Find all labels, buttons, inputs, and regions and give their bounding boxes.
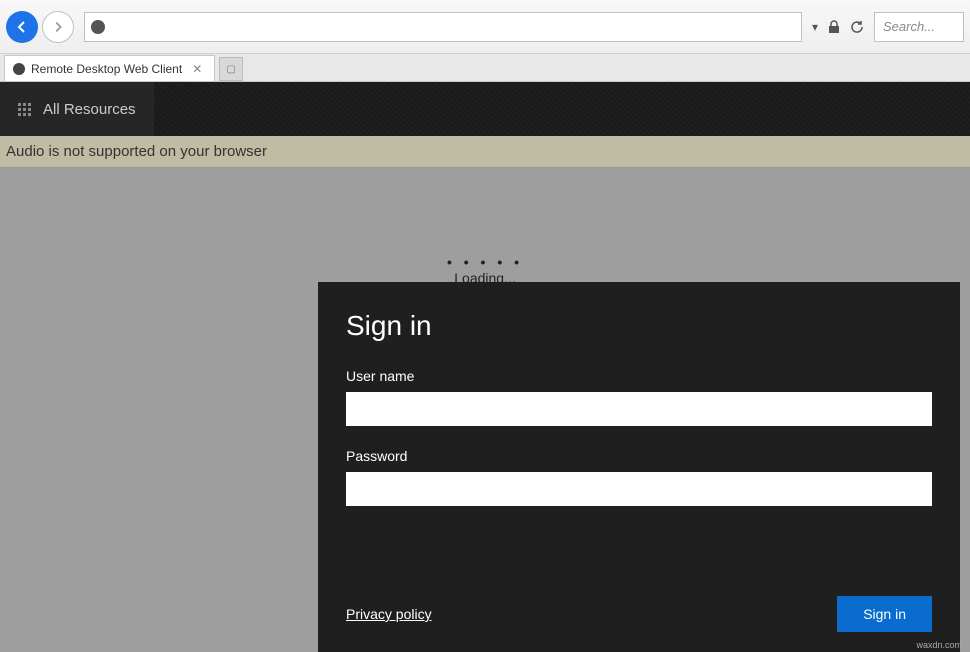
app-header: All Resources (0, 82, 970, 136)
dialog-title: Sign in (346, 310, 932, 342)
globe-icon (91, 20, 105, 34)
arrow-left-icon (14, 19, 30, 35)
address-bar-controls: ▾ (806, 20, 870, 34)
tab-strip: Remote Desktop Web Client ✕ ▢ (0, 54, 970, 82)
forward-button[interactable] (42, 11, 74, 43)
username-input[interactable] (346, 392, 932, 426)
notification-text: Audio is not supported on your browser (6, 143, 267, 160)
app-header-label: All Resources (43, 101, 136, 118)
username-label: User name (346, 368, 932, 384)
arrow-right-icon (51, 20, 65, 34)
browser-toolbar: ▾ Search... (0, 0, 970, 54)
watermark: waxdn.com (916, 640, 962, 650)
lock-icon (828, 20, 840, 34)
dialog-footer: Privacy policy Sign in (346, 582, 932, 632)
grid-icon (18, 103, 31, 116)
favicon-icon (13, 63, 25, 75)
browser-tab[interactable]: Remote Desktop Web Client ✕ (4, 55, 215, 81)
back-button[interactable] (6, 11, 38, 43)
new-tab-button[interactable]: ▢ (219, 57, 243, 81)
search-placeholder: Search... (883, 19, 935, 34)
password-input[interactable] (346, 472, 932, 506)
dropdown-icon[interactable]: ▾ (812, 20, 818, 34)
all-resources-tab[interactable]: All Resources (0, 82, 154, 136)
tab-title: Remote Desktop Web Client (31, 62, 182, 76)
loading-dots-icon: • • • • • (447, 254, 523, 270)
signin-dialog: Sign in User name Password Privacy polic… (318, 282, 960, 652)
password-label: Password (346, 448, 932, 464)
signin-button[interactable]: Sign in (837, 596, 932, 632)
notification-bar: Audio is not supported on your browser (0, 136, 970, 168)
close-tab-button[interactable]: ✕ (188, 62, 206, 76)
search-input[interactable]: Search... (874, 12, 964, 42)
privacy-policy-link[interactable]: Privacy policy (346, 606, 432, 622)
page-content: All Resources Audio is not supported on … (0, 82, 970, 652)
address-bar[interactable] (84, 12, 802, 42)
refresh-icon[interactable] (850, 20, 864, 34)
